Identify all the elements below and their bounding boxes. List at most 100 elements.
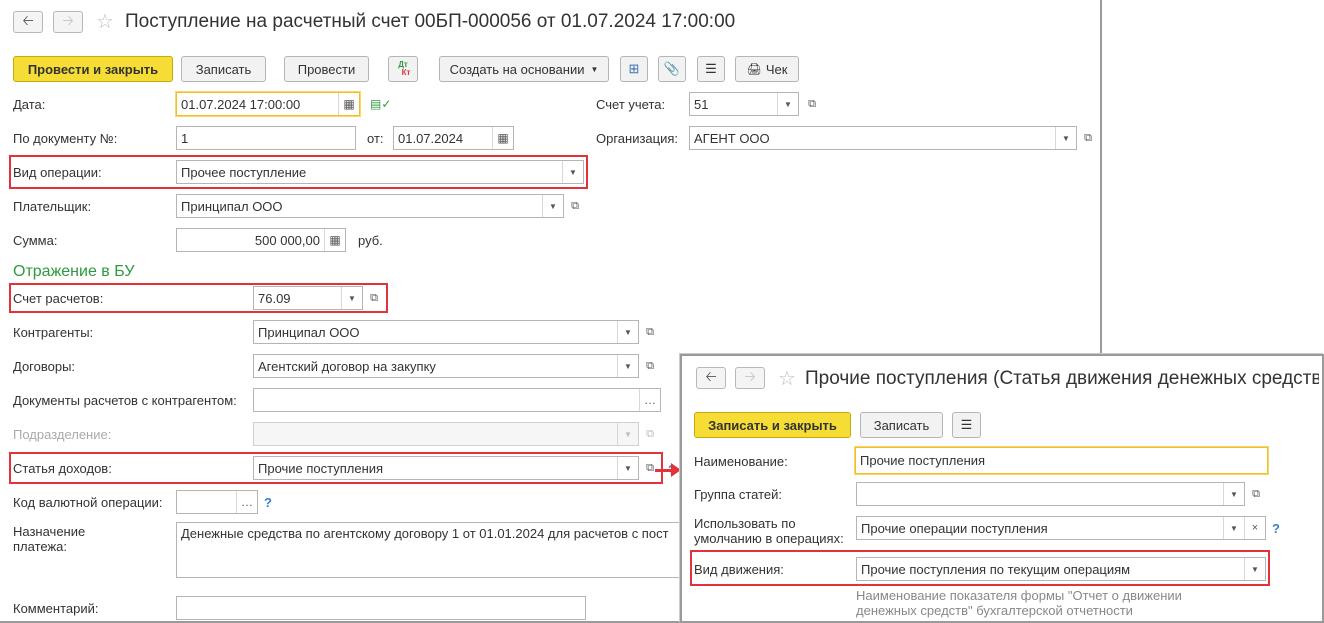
contracts-field[interactable]: Агентский договор на закупку ▼ (253, 354, 639, 378)
calculator-icon[interactable]: ▦ (324, 229, 345, 251)
arrow-left-icon: 🡠 (705, 368, 717, 384)
doc-number-field[interactable]: 1 (176, 126, 356, 150)
kt-label: Кт (401, 68, 411, 77)
purpose-textarea[interactable]: Денежные средства по агентскому договору… (176, 522, 682, 578)
popup-hint-line1: Наименование показателя формы "Отчет о д… (856, 588, 1182, 603)
income-item-label: Статья доходов: (13, 461, 112, 476)
popup-forward-button[interactable]: 🡢 (735, 367, 765, 389)
popup-name-label: Наименование: (694, 454, 788, 469)
contracts-label: Договоры: (13, 359, 76, 374)
popup-name-value: Прочие поступления (860, 453, 986, 468)
currency-op-field[interactable]: … (176, 490, 258, 514)
ellipsis-icon[interactable]: … (236, 491, 257, 513)
settlement-docs-label: Документы расчетов с контрагентом: (13, 393, 237, 408)
currency-label: руб. (358, 233, 383, 248)
chevron-down-icon[interactable]: ▼ (1223, 517, 1244, 539)
chevron-down-icon[interactable]: ▼ (617, 355, 638, 377)
chevron-down-icon[interactable]: ▼ (1244, 558, 1265, 580)
chevron-down-icon[interactable]: ▼ (1055, 127, 1076, 149)
counterparties-label: Контрагенты: (13, 325, 94, 340)
open-icon[interactable]: ⧉ (802, 92, 822, 116)
open-icon: ⧉ (646, 427, 654, 440)
chevron-down-icon[interactable]: ▼ (617, 321, 638, 343)
forward-button[interactable]: 🡢 (53, 11, 83, 33)
date-field[interactable]: 01.07.2024 17:00:00 ▦ (176, 92, 360, 116)
favorite-star-icon[interactable]: ☆ (96, 9, 114, 34)
popup-favorite-star-icon[interactable]: ☆ (778, 366, 796, 391)
report-button[interactable]: ☰ (697, 56, 725, 82)
popup-movement-type-field[interactable]: Прочие поступления по текущим операциям … (856, 557, 1266, 581)
ellipsis-icon[interactable]: … (639, 389, 660, 411)
popup-name-field[interactable]: Прочие поступления (855, 447, 1268, 474)
popup-report-button[interactable]: ☰ (952, 412, 981, 438)
payer-field[interactable]: Принципал ООО ▼ (176, 194, 564, 218)
chevron-down-icon: ▼ (617, 423, 638, 445)
operation-type-value: Прочее поступление (181, 164, 307, 180)
calendar-icon[interactable]: ▦ (338, 93, 359, 115)
chevron-down-icon[interactable]: ▼ (542, 195, 563, 217)
account-field[interactable]: 51 ▼ (689, 92, 799, 116)
popup-hint-line2: денежных средств" бухгалтерской отчетнос… (856, 603, 1133, 618)
open-icon[interactable]: ⧉ (1246, 482, 1266, 506)
department-field: ▼ (253, 422, 639, 446)
attach-button[interactable]: 📎 (658, 56, 686, 82)
department-label: Подразделение: (13, 427, 112, 442)
document-list-icon: ☰ (960, 417, 973, 432)
account-label: Счет учета: (596, 97, 666, 112)
open-icon[interactable]: ⧉ (1078, 126, 1098, 150)
help-icon[interactable]: ? (1272, 521, 1280, 536)
schedule-check-icon[interactable]: ▤✓ (370, 97, 391, 111)
popup-save-close-button[interactable]: Записать и закрыть (694, 412, 851, 438)
calendar-icon[interactable]: ▦ (492, 127, 513, 149)
chevron-down-icon[interactable]: ▼ (562, 161, 583, 183)
organization-field[interactable]: АГЕНТ ООО ▼ (689, 126, 1077, 150)
sum-field[interactable]: 500 000,00 ▦ (176, 228, 346, 252)
dt-kt-button[interactable]: Дт Кт (388, 56, 418, 82)
popup-default-use-label-line2: умолчанию в операциях: (694, 531, 844, 546)
doc-number-value: 1 (181, 130, 189, 146)
popup-group-label: Группа статей: (694, 487, 782, 502)
open-icon[interactable]: ⧉ (565, 194, 585, 218)
comment-field[interactable] (176, 596, 586, 620)
popup-back-button[interactable]: 🡠 (696, 367, 726, 389)
back-button[interactable]: 🡠 (13, 11, 43, 33)
chevron-down-icon[interactable]: ▼ (341, 287, 362, 309)
clear-icon[interactable]: × (1244, 517, 1265, 539)
settlement-account-value: 76.09 (258, 290, 291, 306)
chevron-down-icon[interactable]: ▼ (777, 93, 798, 115)
arrow-right-icon: 🡢 (62, 12, 74, 28)
date-value: 01.07.2024 17:00:00 (181, 96, 301, 112)
chevron-down-icon[interactable]: ▼ (1223, 483, 1244, 505)
post-and-close-button[interactable]: Провести и закрыть (13, 56, 173, 82)
open-icon[interactable]: ⧉ (640, 456, 660, 480)
popup-movement-type-value: Прочие поступления по текущим операциям (861, 561, 1131, 577)
doc-date-value: 01.07.2024 (398, 130, 464, 146)
arrow-right-icon: 🡢 (744, 368, 756, 384)
settlement-account-field[interactable]: 76.09 ▼ (253, 286, 363, 310)
settlement-docs-field[interactable]: … (253, 388, 661, 412)
counterparties-field[interactable]: Принципал ООО ▼ (253, 320, 639, 344)
post-button[interactable]: Провести (284, 56, 369, 82)
date-label: Дата: (13, 97, 46, 112)
doc-date-label: от: (367, 131, 384, 146)
open-icon[interactable]: ⧉ (640, 354, 660, 378)
open-icon[interactable]: ⧉ (640, 320, 660, 344)
document-list-icon: ☰ (705, 61, 717, 76)
check-button[interactable]: 🖨 Чек (735, 56, 799, 82)
hierarchy-icon: ⊞ (628, 61, 640, 76)
income-item-field[interactable]: Прочие поступления ▼ (253, 456, 639, 480)
save-button[interactable]: Записать (181, 56, 266, 82)
popup-default-use-field[interactable]: Прочие операции поступления ▼ × (856, 516, 1266, 540)
income-item-value: Прочие поступления (258, 460, 384, 476)
purpose-label-line2: платежа: (13, 539, 67, 554)
doc-date-field[interactable]: 01.07.2024 ▦ (393, 126, 514, 150)
help-icon[interactable]: ? (264, 495, 272, 510)
operation-type-field[interactable]: Прочее поступление ▼ (176, 160, 584, 184)
purpose-label-line1: Назначение (13, 524, 86, 539)
chevron-down-icon[interactable]: ▼ (617, 457, 638, 479)
open-icon[interactable]: ⧉ (364, 286, 384, 310)
popup-group-field[interactable]: ▼ (856, 482, 1245, 506)
create-based-on-button[interactable]: Создать на основании ▼ (439, 56, 609, 82)
structure-button[interactable]: ⊞ (620, 56, 648, 82)
popup-save-button[interactable]: Записать (860, 412, 943, 438)
